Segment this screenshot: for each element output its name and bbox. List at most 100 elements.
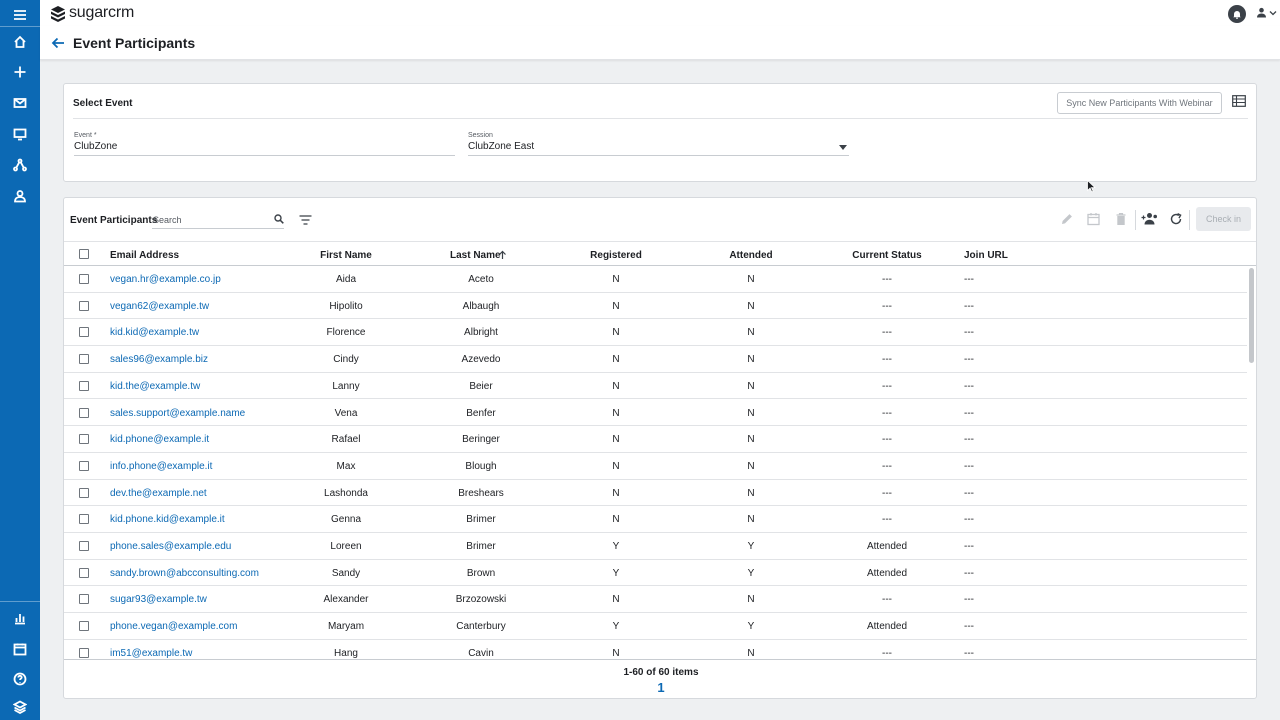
email-link[interactable]: kid.phone.kid@example.it [110, 514, 225, 525]
registered-cell: Y [612, 541, 620, 552]
table-row[interactable]: kid.kid@example.tw Florence Albright N N --- -… [64, 319, 1247, 347]
email-link[interactable]: phone.vegan@example.com [110, 621, 237, 632]
page-number[interactable]: 1 [657, 680, 664, 695]
column-email-address[interactable]: Email Address [110, 250, 179, 261]
row-checkbox[interactable] [79, 567, 89, 578]
table-row[interactable]: vegan.hr@example.co.jp Aida Aceto N N --- --- [64, 266, 1247, 293]
table-view-icon[interactable] [1232, 95, 1246, 107]
row-checkbox[interactable] [79, 647, 89, 658]
column-registered[interactable]: Registered [590, 250, 642, 261]
table-row[interactable]: kid.phone@example.it Rafael Beringer N N --- -… [64, 426, 1247, 453]
join-url-cell: --- [964, 647, 974, 659]
edit-icon[interactable] [1060, 212, 1074, 226]
last-name-cell: Albaugh [462, 300, 500, 312]
column-attended[interactable]: Attended [729, 250, 772, 261]
row-checkbox[interactable] [79, 594, 89, 605]
row-checkbox[interactable] [79, 487, 89, 498]
row-checkbox[interactable] [79, 541, 89, 551]
row-checkbox[interactable] [79, 407, 89, 418]
email-link[interactable]: info.phone@example.it [110, 461, 212, 472]
calendar-icon[interactable] [1087, 212, 1100, 226]
column-last-name[interactable]: Last Name [450, 250, 501, 261]
table-row[interactable]: info.phone@example.it Max Blough N N --- --- [64, 453, 1247, 480]
table-row[interactable]: sugar93@example.tw Alexander Brzozowski N N -… [64, 586, 1247, 614]
check-in-button[interactable]: Check in [1196, 207, 1251, 231]
network-icon[interactable] [0, 150, 40, 180]
row-checkbox[interactable] [79, 327, 89, 338]
select-all-checkbox[interactable] [79, 249, 89, 259]
first-name-cell: Sandy [331, 567, 361, 579]
dropdown-caret-icon[interactable] [839, 145, 847, 150]
first-name-cell: Maryam [327, 621, 365, 633]
last-name-cell: Azevedo [461, 354, 501, 366]
registered-cell: Y [612, 567, 620, 579]
mail-icon[interactable] [0, 88, 40, 118]
table-row[interactable]: sales.support@example.name Vena Benfer N N --… [64, 400, 1247, 427]
email-link[interactable]: kid.kid@example.tw [110, 327, 199, 338]
table-row[interactable]: sandy.brown@abcconsulting.com Sandy Brown Y… [64, 560, 1247, 587]
delete-icon[interactable] [1115, 212, 1127, 226]
registered-cell: N [612, 274, 620, 285]
refresh-icon[interactable] [1169, 212, 1183, 226]
row-checkbox[interactable] [79, 380, 89, 391]
contact-icon[interactable] [0, 181, 40, 211]
filter-icon[interactable] [299, 215, 312, 225]
email-link[interactable]: kid.the@example.tw [110, 381, 200, 392]
registered-cell: N [612, 434, 620, 446]
chart-icon[interactable] [0, 603, 40, 633]
search-icon[interactable] [274, 214, 284, 224]
row-checkbox[interactable] [79, 460, 89, 471]
email-link[interactable]: phone.sales@example.edu [110, 541, 231, 552]
notification-bell-icon[interactable] [1228, 5, 1246, 23]
email-link[interactable]: kid.phone@example.it [110, 434, 209, 445]
first-name-cell: Loreen [330, 541, 362, 552]
home-icon[interactable] [0, 27, 40, 57]
row-checkbox[interactable] [79, 514, 89, 525]
table-row[interactable]: phone.sales@example.edu Loreen Brimer Y Y Att… [64, 533, 1247, 560]
email-link[interactable]: sales.support@example.name [110, 408, 245, 419]
table-row[interactable]: vegan62@example.tw Hipolito Albaugh N N --- --… [64, 293, 1247, 320]
back-arrow-icon[interactable] [50, 35, 66, 51]
email-link[interactable]: im51@example.tw [110, 648, 192, 659]
status-cell: --- [882, 594, 892, 606]
email-link[interactable]: sandy.brown@abcconsulting.com [110, 568, 259, 579]
email-link[interactable]: vegan.hr@example.co.jp [110, 274, 221, 285]
table-row[interactable]: im51@example.tw Hang Cavin N N --- --- [64, 640, 1247, 659]
row-checkbox[interactable] [79, 434, 89, 445]
row-checkbox[interactable] [79, 354, 89, 365]
event-field[interactable]: ClubZone [74, 141, 117, 152]
help-icon[interactable] [0, 664, 40, 694]
page-title: Event Participants [73, 35, 196, 51]
row-checkbox[interactable] [79, 300, 89, 311]
status-cell: --- [882, 327, 892, 339]
plus-icon[interactable] [0, 57, 40, 87]
table-row[interactable]: kid.the@example.tw Lanny Beier N N --- --- [64, 373, 1247, 400]
add-participants-icon[interactable] [1141, 212, 1158, 225]
user-menu[interactable] [1256, 7, 1277, 18]
column-first-name[interactable]: First Name [320, 250, 372, 261]
table-row[interactable]: phone.vegan@example.com Maryam Canterbury Y… [64, 613, 1247, 640]
scrollbar[interactable] [1249, 268, 1254, 363]
page-header: Event Participants [40, 26, 1280, 60]
layers-icon[interactable] [0, 692, 40, 720]
search-input[interactable] [152, 212, 284, 229]
table-row[interactable]: kid.phone.kid@example.it Genna Brimer N N ---… [64, 506, 1247, 533]
sync-webinar-button[interactable]: Sync New Participants With Webinar [1057, 92, 1222, 114]
status-cell: Attended [866, 621, 908, 633]
email-link[interactable]: dev.the@example.net [110, 488, 207, 499]
table-row[interactable]: sales96@example.biz Cindy Azevedo N N --- --- [64, 346, 1247, 373]
last-name-cell: Brimer [466, 541, 496, 552]
row-checkbox[interactable] [79, 621, 89, 632]
column-join-url[interactable]: Join URL [964, 250, 1008, 261]
table-row[interactable]: dev.the@example.net Lashonda Breshears N N --… [64, 480, 1247, 507]
email-link[interactable]: vegan62@example.tw [110, 301, 209, 312]
email-link[interactable]: sales96@example.biz [110, 354, 208, 365]
calendar-icon[interactable] [0, 634, 40, 664]
session-select[interactable]: ClubZone East [468, 141, 534, 152]
sort-ascending-icon[interactable] [498, 250, 507, 260]
logo[interactable]: sugarcrm [50, 4, 134, 22]
column-current-status[interactable]: Current Status [852, 250, 921, 261]
monitor-icon[interactable] [0, 119, 40, 149]
row-checkbox[interactable] [79, 274, 89, 284]
email-link[interactable]: sugar93@example.tw [110, 594, 207, 605]
